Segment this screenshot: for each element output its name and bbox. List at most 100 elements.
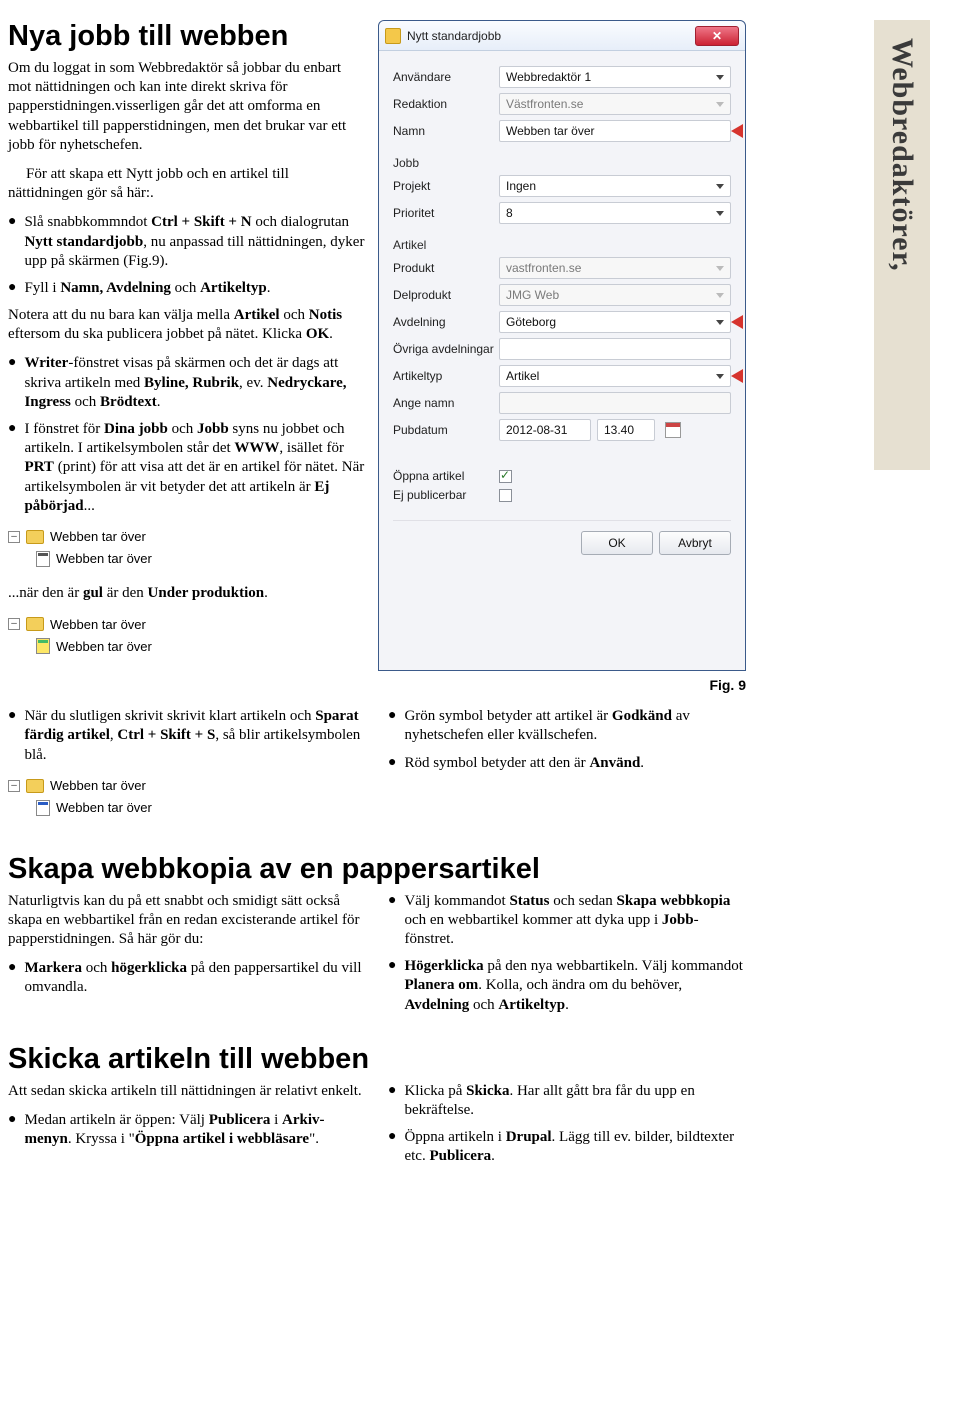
dialog-app-icon [385,28,401,44]
dialog-titlebar: Nytt standardjobb ✕ [379,21,745,51]
bullet-text: Välj kommandot Status och sedan Skapa we… [404,892,746,950]
heading-skicka: Skicka artikeln till webben [8,1043,746,1076]
skicka-intro: Att sedan skicka artikeln till nättidnin… [8,1082,366,1101]
bullet-icon: ● [8,354,16,412]
input-pubtime[interactable]: 13.40 [597,419,655,441]
bullet-text: Slå snabbkommndot Ctrl + Skift + N och d… [24,213,366,271]
input-anvandare[interactable]: Webbredaktör 1 [499,66,731,88]
bullet-text: Högerklicka på den nya webbartikeln. Väl… [404,957,746,1015]
tree-row[interactable]: –Webben tar över [8,526,366,548]
bullet-text: Medan artikeln är öppen: Välj Publicera … [24,1111,366,1149]
chevron-down-icon [716,211,724,216]
chevron-down-icon [716,374,724,379]
calendar-icon[interactable] [665,422,681,438]
input-pubdate[interactable]: 2012-08-31 [499,419,591,441]
intro-para: Om du loggat in som Webbredaktör så jobb… [8,59,366,155]
checkbox-ejpub[interactable] [499,489,512,502]
bullet-text: Writer-fönstret visas på skärmen och det… [24,354,366,412]
cancel-button[interactable]: Avbryt [659,531,731,555]
tree-collapse-icon[interactable]: – [8,618,20,630]
chevron-down-icon [716,75,724,80]
input-angenamn [499,392,731,414]
input-projekt[interactable]: Ingen [499,175,731,197]
input-avdelning[interactable]: Göteborg [499,311,731,333]
section-artikel: Artikel [393,238,731,252]
bullet-text: Öppna artikeln i Drupal. Lägg till ev. b… [404,1128,746,1166]
bullet-sk2: ● Välj kommandot Status och sedan Skapa … [388,892,746,950]
bullet-7: ● Röd symbol betyder att den är Använd. [388,754,746,773]
bullet-icon: ● [8,213,16,271]
bullet-text: Röd symbol betyder att den är Använd. [404,754,746,773]
tree-row[interactable]: Webben tar över [8,548,366,570]
bullet-icon: ● [8,707,16,765]
dialog-nytt-standardjobb: Nytt standardjobb ✕ AnvändareWebbredaktö… [378,20,746,671]
input-namn[interactable]: Webben tar över [499,120,731,142]
lbl-anvandare: Användare [393,70,499,84]
input-ovriga[interactable] [499,338,731,360]
bullet-icon: ● [388,1082,396,1120]
ok-button[interactable]: OK [581,531,653,555]
bullet-icon: ● [8,420,16,516]
bullet-sa2: ● Klicka på Skicka. Har allt gått bra få… [388,1082,746,1120]
skapa-intro: Naturligtvis kan du på ett snabbt och sm… [8,892,366,950]
bullet-6: ● Grön symbol betyder att artikel är God… [388,707,746,745]
article-white-icon [36,551,50,567]
bullet-text: Fyll i Namn, Avdelning och Artikeltyp. [24,279,366,298]
dialog-title: Nytt standardjobb [407,29,501,43]
bullet-icon: ● [388,892,396,950]
bullet-sa1: ● Medan artikeln är öppen: Välj Publicer… [8,1111,366,1149]
lbl-namn: Namn [393,124,499,138]
note-2: Notera att du nu bara kan välja mella Ar… [8,306,366,344]
lbl-artikeltyp: Artikeltyp [393,369,499,383]
side-tab: Webbredaktörer, [874,20,930,470]
tree-row[interactable]: –Webben tar över [8,613,366,635]
tree-collapse-icon[interactable]: – [8,531,20,543]
tree-3: –Webben tar över Webben tar över [8,775,366,819]
bullet-text: Markera och högerklicka på den pappersar… [24,959,366,997]
tree-2: –Webben tar över Webben tar över [8,613,366,657]
close-icon[interactable]: ✕ [695,26,739,46]
lbl-ejpub: Ej publicerbar [393,488,499,502]
folder-icon [26,530,44,544]
input-delprodukt: JMG Web [499,284,731,306]
bullet-sk3: ● Högerklicka på den nya webbartikeln. V… [388,957,746,1015]
lbl-oppna: Öppna artikel [393,469,499,483]
bullet-4: ● I fönstret för Dina jobb och Jobb syns… [8,420,366,516]
section-jobb: Jobb [393,156,731,170]
bullet-2: ● Fyll i Namn, Avdelning och Artikeltyp. [8,279,366,298]
chevron-down-icon [716,184,724,189]
lbl-produkt: Produkt [393,261,499,275]
input-prioritet[interactable]: 8 [499,202,731,224]
lbl-angenamn: Ange namn [393,396,499,410]
bullet-icon: ● [388,957,396,1015]
bullet-icon: ● [388,754,396,773]
input-redaktion: Västfronten.se [499,93,731,115]
article-yellow-icon [36,638,50,654]
lbl-projekt: Projekt [393,179,499,193]
bullet-icon: ● [388,1128,396,1166]
tree-collapse-icon[interactable]: – [8,780,20,792]
tree-1: –Webben tar över Webben tar över [8,526,366,570]
tree-row[interactable]: –Webben tar över [8,775,366,797]
lbl-ovriga: Övriga avdelningar [393,342,499,356]
input-artikeltyp[interactable]: Artikel [499,365,731,387]
tree-row[interactable]: Webben tar över [8,635,366,657]
lbl-avdelning: Avdelning [393,315,499,329]
checkbox-oppna[interactable] [499,470,512,483]
bullet-sk1: ● Markera och högerklicka på den pappers… [8,959,366,997]
required-marker-icon [731,315,743,329]
bullet-text: Grön symbol betyder att artikel är Godkä… [404,707,746,745]
chevron-down-icon [716,266,724,271]
bullet-text: Klicka på Skicka. Har allt gått bra får … [404,1082,746,1120]
folder-icon [26,617,44,631]
tree-row[interactable]: Webben tar över [8,797,366,819]
chevron-down-icon [716,293,724,298]
bullet-text: I fönstret för Dina jobb och Jobb syns n… [24,420,366,516]
chevron-down-icon [716,102,724,107]
lbl-pubdatum: Pubdatum [393,423,499,437]
side-tab-label: Webbredaktörer, [885,38,919,470]
article-blue-icon [36,800,50,816]
under-prod: ...när den är gul är den Under produktio… [8,584,366,603]
bullet-icon: ● [388,707,396,745]
lbl-delprodukt: Delprodukt [393,288,499,302]
